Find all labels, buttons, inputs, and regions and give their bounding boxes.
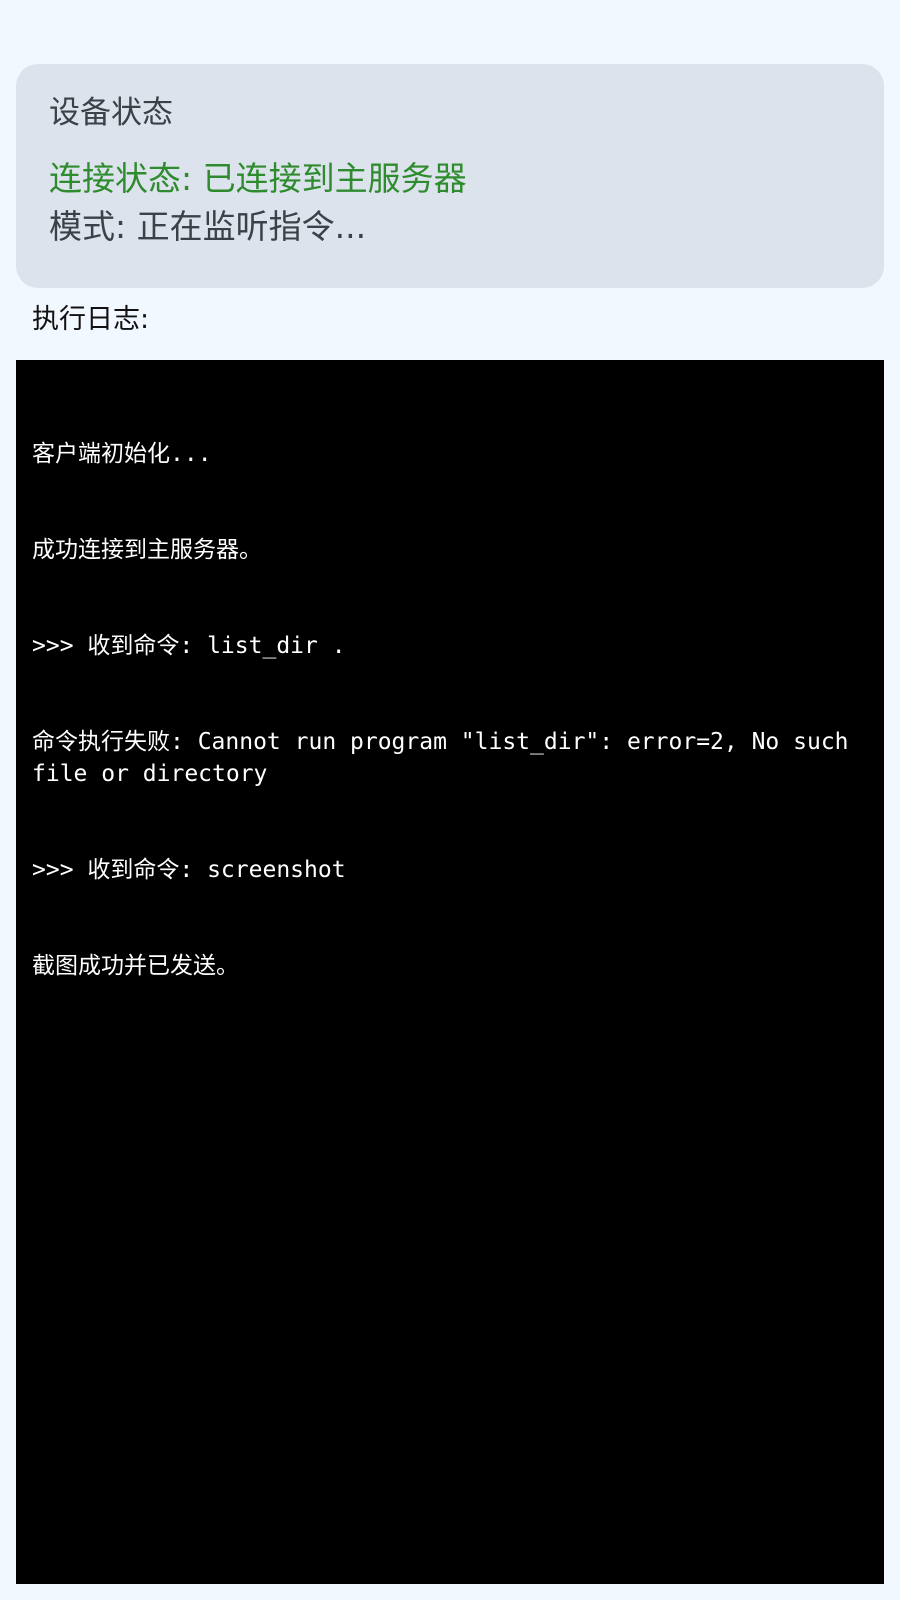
status-card-title: 设备状态 (49, 95, 173, 131)
log-line: >>> 收到命令: screenshot (32, 857, 346, 883)
execution-log-console[interactable]: 客户端初始化... 成功连接到主服务器。 >>> 收到命令: list_dir … (16, 360, 884, 1584)
log-line: 截图成功并已发送。 (32, 953, 239, 979)
log-line: 成功连接到主服务器。 (32, 537, 262, 563)
connection-status-text: 连接状态: 已连接到主服务器 (49, 159, 467, 198)
execution-log-label: 执行日志: (32, 304, 150, 335)
log-line: 命令执行失败: Cannot run program "list_dir": e… (32, 729, 863, 787)
device-status-card: 设备状态 连接状态: 已连接到主服务器 模式: 正在监听指令... (16, 64, 884, 288)
log-line: 客户端初始化... (32, 441, 212, 467)
mode-status-text: 模式: 正在监听指令... (49, 207, 367, 246)
log-line: >>> 收到命令: list_dir . (32, 633, 346, 659)
